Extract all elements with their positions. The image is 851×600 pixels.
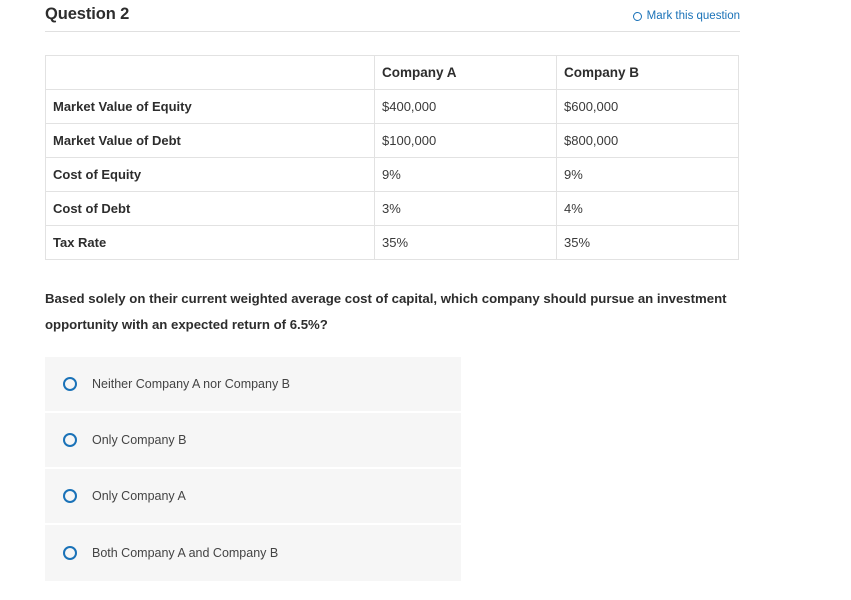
mark-this-question-link[interactable]: Mark this question (632, 10, 740, 22)
page-title: Question 2 (45, 5, 130, 23)
radio-button-icon[interactable] (63, 546, 77, 560)
company-comparison-table: Company A Company B Market Value of Equi… (45, 55, 739, 260)
answer-option-label: Only Company A (92, 489, 186, 503)
table-header-company-a: Company A (374, 55, 557, 90)
mark-this-question-label: Mark this question (646, 10, 740, 22)
table-row: Cost of Equity 9% 9% (45, 157, 739, 192)
cell-company-b: 4% (556, 191, 739, 226)
row-label: Tax Rate (45, 225, 375, 260)
cell-company-b: 35% (556, 225, 739, 260)
radio-button-icon[interactable] (63, 489, 77, 503)
cell-company-a: 35% (374, 225, 557, 260)
answer-option-3[interactable]: Both Company A and Company B (45, 525, 461, 581)
cell-company-a: 3% (374, 191, 557, 226)
table-row: Cost of Debt 3% 4% (45, 191, 739, 226)
cell-company-a: $100,000 (374, 123, 557, 158)
cell-company-a: $400,000 (374, 89, 557, 124)
table-header-blank (45, 55, 375, 90)
cell-company-b: 9% (556, 157, 739, 192)
answer-options-list: Neither Company A nor Company B Only Com… (45, 357, 461, 581)
row-label: Cost of Equity (45, 157, 375, 192)
circle-outline-icon (632, 11, 642, 21)
answer-option-label: Both Company A and Company B (92, 546, 279, 560)
row-label: Market Value of Equity (45, 89, 375, 124)
answer-option-2[interactable]: Only Company A (45, 469, 461, 525)
answer-option-0[interactable]: Neither Company A nor Company B (45, 357, 461, 413)
row-label: Cost of Debt (45, 191, 375, 226)
radio-button-icon[interactable] (63, 377, 77, 391)
answer-option-1[interactable]: Only Company B (45, 413, 461, 469)
table-row: Market Value of Debt $100,000 $800,000 (45, 123, 739, 158)
cell-company-b: $600,000 (556, 89, 739, 124)
table-row: Market Value of Equity $400,000 $600,000 (45, 89, 739, 124)
answer-option-label: Only Company B (92, 433, 187, 447)
table-header-row: Company A Company B (45, 55, 739, 90)
cell-company-a: 9% (374, 157, 557, 192)
answer-option-label: Neither Company A nor Company B (92, 377, 291, 391)
row-label: Market Value of Debt (45, 123, 375, 158)
cell-company-b: $800,000 (556, 123, 739, 158)
table-header-company-b: Company B (556, 55, 739, 90)
table-row: Tax Rate 35% 35% (45, 225, 739, 260)
question-header: Question 2 Mark this question (45, 0, 740, 32)
radio-button-icon[interactable] (63, 433, 77, 447)
question-prompt: Based solely on their current weighted a… (45, 291, 727, 332)
